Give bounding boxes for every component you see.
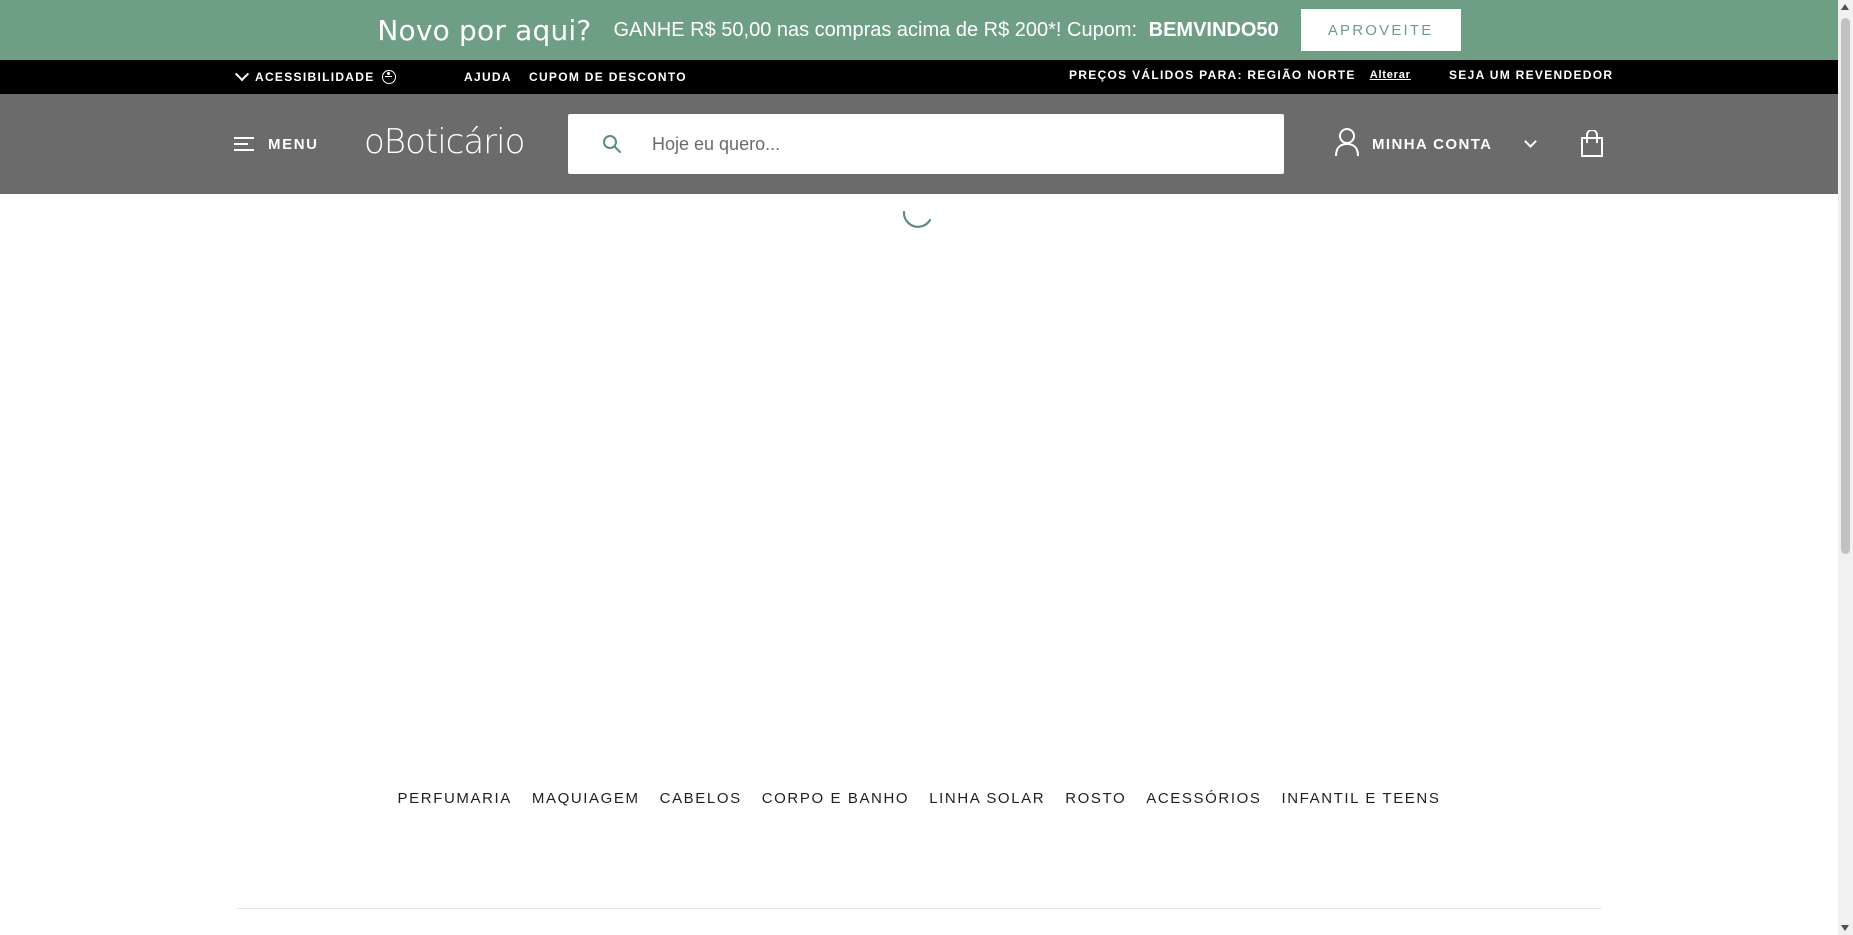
account-menu[interactable]: MINHA CONTA <box>1334 94 1538 194</box>
help-link[interactable]: AJUDA <box>464 60 512 94</box>
loading-spinner-icon <box>898 198 934 239</box>
search-bar <box>568 114 1284 174</box>
change-region-link[interactable]: Alterar <box>1370 69 1411 81</box>
promo-cta-button[interactable]: APROVEITE <box>1300 9 1461 51</box>
price-region: PREÇOS VÁLIDOS PARA: REGIÃO NORTE Altera… <box>1069 58 1411 92</box>
promo-headline: Novo por aqui? <box>377 13 592 47</box>
utility-bar: ACESSIBILIDADE AJUDA CUPOM DE DESCONTO P… <box>0 60 1838 94</box>
shopping-bag-icon[interactable] <box>1580 129 1604 163</box>
accessibility-toggle[interactable]: ACESSIBILIDADE <box>234 60 396 94</box>
page-scrollbar[interactable] <box>1838 0 1853 935</box>
category-infantil-e-teens[interactable]: INFANTIL E TEENS <box>1271 790 1450 807</box>
accessibility-icon <box>381 70 396 84</box>
category-nav: PERFUMARIA MAQUIAGEM CABELOS CORPO E BAN… <box>0 790 1838 807</box>
promo-coupon-code: BEMVINDO50 <box>1148 18 1279 41</box>
accessibility-label: ACESSIBILIDADE <box>255 70 375 84</box>
chevron-down-icon <box>1524 134 1538 148</box>
chevron-down-icon <box>234 67 250 82</box>
search-icon[interactable] <box>582 134 642 154</box>
scroll-down-icon[interactable] <box>1841 925 1849 931</box>
coupon-link[interactable]: CUPOM DE DESCONTO <box>529 60 687 94</box>
section-divider <box>236 908 1602 909</box>
category-cabelos[interactable]: CABELOS <box>650 790 752 807</box>
menu-button[interactable]: MENU <box>234 94 319 194</box>
promo-banner: Novo por aqui? GANHE R$ 50,00 nas compra… <box>0 0 1838 60</box>
category-maquiagem[interactable]: MAQUIAGEM <box>522 790 650 807</box>
promo-offer-copy: GANHE R$ 50,00 nas compras acima de R$ 2… <box>613 18 1138 41</box>
promo-offer-text: GANHE R$ 50,00 nas compras acima de R$ 2… <box>613 19 1278 42</box>
price-region-label: PREÇOS VÁLIDOS PARA: REGIÃO NORTE <box>1069 68 1356 82</box>
main-header: MENU oBoticário MINHA CONTA <box>0 94 1838 194</box>
user-icon <box>1334 127 1360 162</box>
category-rosto[interactable]: ROSTO <box>1055 790 1136 807</box>
brand-logo[interactable]: oBoticário <box>364 122 525 162</box>
category-linha-solar[interactable]: LINHA SOLAR <box>919 790 1055 807</box>
scroll-up-icon[interactable] <box>1841 4 1849 10</box>
category-corpo-e-banho[interactable]: CORPO E BANHO <box>752 790 920 807</box>
reseller-link[interactable]: SEJA UM REVENDEDOR <box>1449 58 1613 92</box>
search-input[interactable] <box>642 115 1284 173</box>
menu-label: MENU <box>268 135 319 153</box>
account-label: MINHA CONTA <box>1372 135 1493 153</box>
hamburger-icon <box>234 136 254 152</box>
category-acessorios[interactable]: ACESSÓRIOS <box>1136 790 1271 807</box>
scrollbar-thumb[interactable] <box>1841 18 1850 554</box>
category-perfumaria[interactable]: PERFUMARIA <box>388 790 522 807</box>
